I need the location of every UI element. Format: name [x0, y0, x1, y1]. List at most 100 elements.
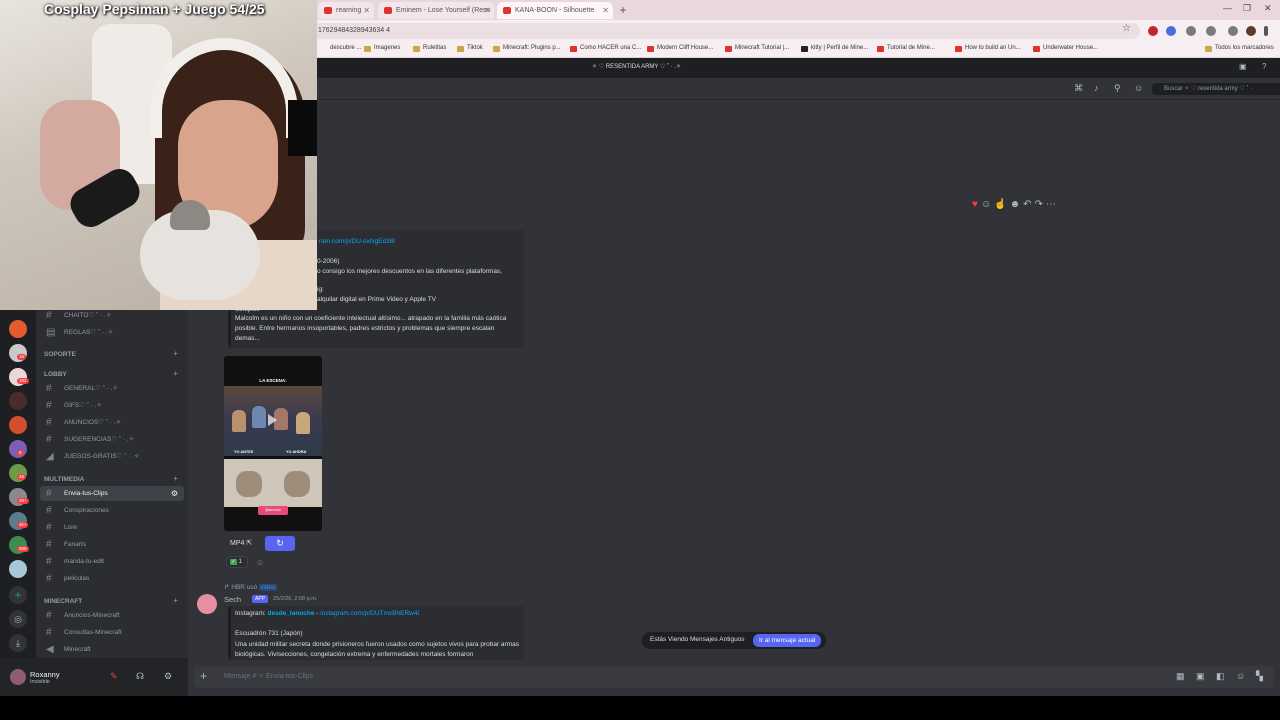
extension-icon[interactable]	[1186, 26, 1196, 36]
apps-icon[interactable]: ▚	[1256, 671, 1263, 682]
video-attachment[interactable]: LA ESCENA: YO ANTES YO AHORA @lanoche	[224, 356, 322, 531]
extension-icon[interactable]	[1206, 26, 1216, 36]
close-icon[interactable]: ✕	[483, 2, 490, 19]
jump-to-present-button[interactable]: Ir al mensaje actual	[753, 634, 822, 647]
bookmark-item[interactable]: Tutorial de Mine...	[877, 45, 935, 52]
external-link-icon[interactable]: ⇱	[246, 540, 252, 547]
embed-link[interactable]: ram.com/p/DU-oxNgEd38/	[319, 238, 395, 245]
slash-command[interactable]: video	[259, 584, 277, 591]
minimize-icon[interactable]: —	[1223, 3, 1232, 13]
gift-icon[interactable]: ▦	[1176, 671, 1185, 682]
extension-icon[interactable]	[1166, 26, 1176, 36]
message-composer[interactable]: + Mensaje # ✧ Envia-tus-Clips ▦ ▣ ◧ ☺ ▚	[194, 666, 1274, 688]
inbox-icon[interactable]: ▣	[1239, 62, 1247, 71]
channel-sugerencias[interactable]: # SUGERENCIAS♡ ˚ · .✧	[40, 432, 184, 447]
extension-icon[interactable]	[1148, 26, 1158, 36]
sticker-icon[interactable]: ◧	[1216, 671, 1225, 682]
add-channel-icon[interactable]: +	[173, 349, 178, 358]
download-apps-icon[interactable]: ⤓	[9, 634, 27, 652]
profile-avatar[interactable]	[1246, 26, 1256, 36]
settings-icon[interactable]: ⚙	[171, 486, 178, 501]
channel-lore[interactable]: # Lore	[40, 520, 184, 535]
reaction-pill[interactable]: ✓ 1	[226, 556, 248, 568]
all-bookmarks[interactable]: Todos los marcadores	[1205, 45, 1274, 52]
pin-icon[interactable]: ⚲	[1114, 83, 1121, 94]
forward-icon[interactable]: ↷	[1035, 199, 1046, 210]
category-multimedia[interactable]: MULTIMEDIA	[44, 476, 84, 483]
add-reaction-icon[interactable]: ☻	[1010, 199, 1024, 210]
instagram-post-link[interactable]: instagram.com/p/DUTmvBhERw4/	[320, 610, 419, 617]
channel-fanarts[interactable]: # Fanarts	[40, 537, 184, 552]
channel-anuncios-minecraft[interactable]: # Anuncios-Minecraft	[40, 608, 184, 623]
bookmark-item[interactable]: kitty | Perfil de Mine...	[801, 45, 868, 52]
bookmark-star-icon[interactable]: ☆	[1122, 23, 1131, 34]
channel-reglas[interactable]: ▤ REGLAS♡ ˚ · .✧	[40, 325, 184, 340]
reply-icon[interactable]: ↶	[1023, 199, 1034, 210]
channel-minecraft[interactable]: ◀ Minecraft	[40, 642, 184, 657]
category-lobby[interactable]: LOBBY	[44, 371, 67, 378]
maximize-icon[interactable]: ❐	[1243, 3, 1251, 14]
browser-tab[interactable]: Eminem - Lose Yourself (Remi ✕	[378, 2, 494, 19]
member-list-icon[interactable]: ☺	[1134, 83, 1143, 93]
channel-conspiraciones[interactable]: # Conspiraciones	[40, 503, 184, 518]
message-author[interactable]: Sech	[224, 595, 241, 604]
close-icon[interactable]: ✕	[363, 2, 370, 19]
add-reaction-icon[interactable]: ☺	[256, 558, 264, 567]
category-soporte[interactable]: SOPORTE	[44, 351, 76, 358]
bookmark-item[interactable]: Minecraft: Plugins p...	[493, 45, 561, 52]
browser-tab[interactable]: reaming ✕	[318, 2, 374, 19]
server-icon[interactable]	[9, 392, 27, 410]
channel-chat[interactable]: # CHAITO♡ ˚ · .✧	[40, 308, 184, 323]
browser-tab-active[interactable]: KANA-BOON - Silhouette ✕	[497, 2, 613, 19]
instagram-user-link[interactable]: desde_lanoche	[268, 610, 315, 617]
channel-envia-tus-clips[interactable]: # Envia-tus-Clips ⚙	[40, 486, 184, 501]
bookmark-item[interactable]: How to build an Un...	[955, 45, 1021, 52]
headphones-icon[interactable]: ☊	[136, 671, 144, 682]
emoji-icon[interactable]: ☺	[1236, 671, 1245, 681]
category-minecraft[interactable]: MINECRAFT	[44, 598, 82, 605]
channel-manda-tu-edit[interactable]: # manda-tu-edit	[40, 554, 184, 569]
thumbs-icon[interactable]: ☝	[994, 199, 1009, 210]
bookmark-item[interactable]: Modern Cliff House...	[647, 45, 713, 52]
add-channel-icon[interactable]: +	[173, 596, 178, 605]
bookmark-item[interactable]: Tiktok	[457, 45, 483, 52]
add-server-icon[interactable]: +	[9, 586, 27, 604]
channel-peliculas[interactable]: # peliculas	[40, 571, 184, 586]
message-hover-toolbar[interactable]: ♥☺☝☻↶↷⋯	[972, 199, 1059, 210]
channel-consultas-minecraft[interactable]: # Consultas-Minecraft	[40, 625, 184, 640]
avatar[interactable]	[197, 594, 217, 614]
heart-icon[interactable]: ♥	[972, 199, 981, 210]
bookmark-item[interactable]: descubre ...	[320, 45, 361, 51]
bookmark-item[interactable]: Imagenes	[364, 45, 400, 52]
search-input[interactable]: Buscar ✧ ♡ resentida army ♡ ˚ ·	[1152, 83, 1280, 95]
settings-icon[interactable]: ⚙	[164, 671, 172, 682]
discover-icon[interactable]: ◎	[9, 610, 27, 628]
bookmark-item[interactable]: Minecraft Tutorial |...	[725, 45, 789, 52]
server-icon[interactable]	[9, 320, 27, 338]
help-icon[interactable]: ?	[1262, 62, 1266, 71]
server-icon[interactable]	[9, 560, 27, 578]
threads-icon[interactable]: ⌘	[1074, 83, 1083, 94]
channel-general[interactable]: # GENERAL♡ ˚ · .✧	[40, 381, 184, 396]
server-icon[interactable]	[9, 416, 27, 434]
channel-juegos-gratis[interactable]: ◢ JUEGOS-GRATIS♡ ˚ · .✧	[40, 449, 184, 464]
emoji-icon[interactable]: ☺	[981, 199, 994, 210]
notification-bell-icon[interactable]: ♪	[1094, 83, 1099, 93]
gif-icon[interactable]: ▣	[1196, 671, 1205, 682]
download-icon[interactable]	[1228, 26, 1238, 36]
username[interactable]: Roxanny	[30, 670, 60, 679]
play-icon[interactable]	[268, 414, 277, 426]
close-window-icon[interactable]: ✕	[1264, 3, 1272, 14]
avatar[interactable]	[10, 669, 26, 685]
refresh-button[interactable]: ↻	[265, 536, 295, 551]
mic-muted-icon[interactable]: ✎	[110, 671, 118, 682]
bookmark-item[interactable]: Underwater House...	[1033, 45, 1098, 52]
add-channel-icon[interactable]: +	[173, 474, 178, 483]
add-channel-icon[interactable]: +	[173, 369, 178, 378]
channel-gifs[interactable]: # GIFS♡ ˚ · .✧	[40, 398, 184, 413]
channel-anuncios[interactable]: # ANUNCIOS♡ ˚ · .✧	[40, 415, 184, 430]
message-input[interactable]: Mensaje # ✧ Envia-tus-Clips	[224, 672, 313, 680]
more-icon[interactable]: ⋯	[1046, 199, 1059, 210]
close-icon[interactable]: ✕	[602, 2, 609, 19]
bookmark-item[interactable]: Ruletitas	[413, 45, 446, 52]
